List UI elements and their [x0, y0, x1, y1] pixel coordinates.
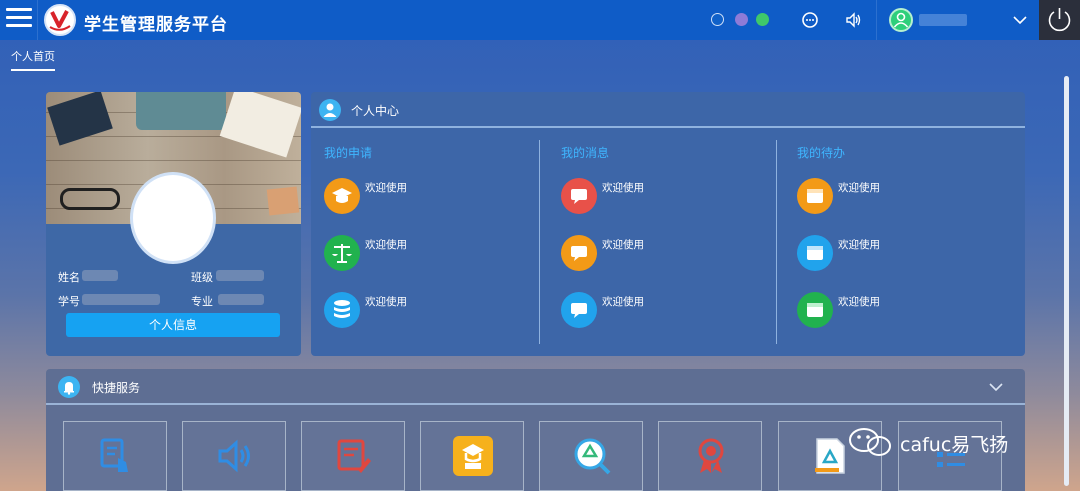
- scales-icon[interactable]: [324, 235, 360, 271]
- message-icon[interactable]: [801, 11, 819, 29]
- speaker-icon: [215, 436, 255, 476]
- column-divider: [776, 140, 777, 344]
- calendar-icon[interactable]: [797, 178, 833, 214]
- my-applications-title[interactable]: 我的申请: [324, 144, 372, 161]
- theme-dot-green[interactable]: [756, 13, 769, 26]
- watermark: cafuc易飞扬: [848, 426, 1068, 458]
- my-messages-title[interactable]: 我的消息: [561, 144, 609, 161]
- list-item[interactable]: 欢迎使用: [602, 237, 644, 252]
- name-label: 姓名: [58, 271, 80, 284]
- bell-icon: [58, 376, 80, 398]
- quick-service-tile[interactable]: [658, 421, 762, 491]
- theme-dot-blue[interactable]: [711, 13, 724, 26]
- recycle-document-icon: [811, 436, 851, 476]
- list-item[interactable]: 欢迎使用: [838, 237, 880, 252]
- graduation-cap-icon[interactable]: [324, 178, 360, 214]
- list-item[interactable]: 欢迎使用: [365, 237, 407, 252]
- username[interactable]: [919, 14, 967, 26]
- logo: [44, 4, 76, 36]
- student-id-label: 学号: [58, 295, 80, 308]
- list-item[interactable]: 欢迎使用: [365, 180, 407, 195]
- name-value: [82, 270, 118, 281]
- class-label: 班级: [191, 271, 213, 284]
- quick-service-tile[interactable]: [539, 421, 643, 491]
- chevron-down-icon[interactable]: [988, 379, 1004, 395]
- quick-service-tile[interactable]: [182, 421, 286, 491]
- calendar-icon[interactable]: [797, 292, 833, 328]
- quick-service-tile[interactable]: [63, 421, 167, 491]
- panel-header: 个人中心: [311, 92, 1025, 128]
- divider: [876, 0, 877, 40]
- menu-icon[interactable]: [6, 8, 32, 32]
- power-icon: [1048, 8, 1071, 32]
- class-value: [216, 270, 264, 281]
- volume-icon[interactable]: [844, 11, 862, 29]
- column-divider: [539, 140, 540, 344]
- list-item[interactable]: 欢迎使用: [602, 294, 644, 309]
- app-title: 学生管理服务平台: [84, 15, 228, 35]
- award-ribbon-icon: [691, 436, 731, 476]
- list-item[interactable]: 欢迎使用: [365, 294, 407, 309]
- major-label: 专业: [191, 295, 213, 308]
- quick-service-tile[interactable]: [301, 421, 405, 491]
- chat-bubble-icon[interactable]: [561, 178, 597, 214]
- panel-title: 个人中心: [351, 104, 400, 118]
- scrollbar[interactable]: [1064, 76, 1069, 486]
- recycle-search-icon: [572, 436, 612, 476]
- theme-dot-purple[interactable]: [735, 13, 748, 26]
- panel-header: 快捷服务: [46, 369, 1025, 405]
- chat-bubble-icon[interactable]: [561, 292, 597, 328]
- profile-photo: [130, 172, 216, 264]
- tab-bar: 个人首页: [0, 40, 1080, 71]
- watermark-text: cafuc易飞扬: [900, 434, 1009, 456]
- chat-bubble-icon[interactable]: [561, 235, 597, 271]
- personal-info-button[interactable]: 个人信息: [66, 313, 280, 337]
- document-hand-icon: [96, 436, 136, 476]
- wechat-icon: [849, 428, 891, 456]
- my-todos-title[interactable]: 我的待办: [797, 144, 845, 161]
- user-icon: [319, 99, 341, 121]
- database-icon[interactable]: [324, 292, 360, 328]
- user-avatar[interactable]: [889, 8, 913, 32]
- chevron-down-icon[interactable]: [1012, 12, 1028, 28]
- form-pen-icon: [334, 436, 374, 476]
- profile-card: 姓名 班级 学号 专业 个人信息: [46, 92, 301, 356]
- calendar-icon[interactable]: [797, 235, 833, 271]
- list-item[interactable]: 欢迎使用: [602, 180, 644, 195]
- top-bar: 学生管理服务平台: [0, 0, 1080, 40]
- list-item[interactable]: 欢迎使用: [838, 294, 880, 309]
- divider: [37, 0, 38, 40]
- scholar-icon: [453, 436, 493, 476]
- tab-personal-home[interactable]: 个人首页: [11, 48, 55, 71]
- logout-button[interactable]: [1039, 0, 1080, 40]
- student-id-value: [82, 294, 160, 305]
- list-item[interactable]: 欢迎使用: [838, 180, 880, 195]
- major-value: [218, 294, 264, 305]
- personal-center-panel: 个人中心 我的申请 欢迎使用 欢迎使用 欢迎使用 我的消息 欢迎使用 欢迎使用 …: [311, 92, 1025, 356]
- panel-title: 快捷服务: [92, 381, 141, 395]
- quick-service-tile[interactable]: [420, 421, 524, 491]
